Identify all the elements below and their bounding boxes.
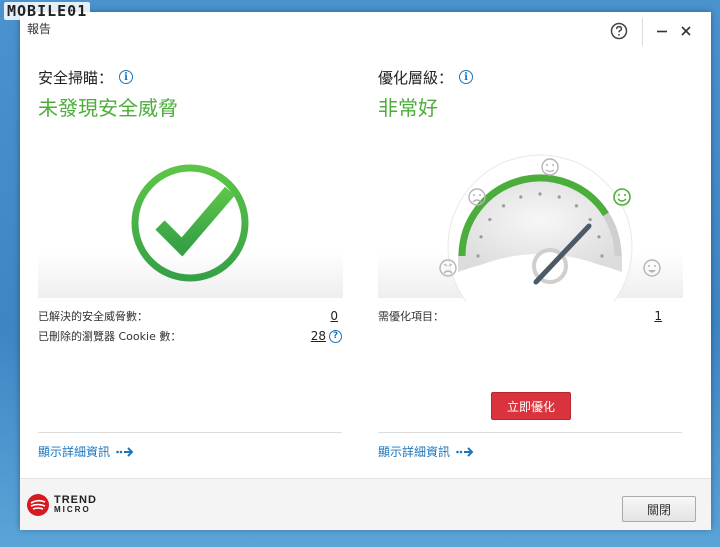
stat-label: 已解決的安全威脅數： bbox=[38, 310, 148, 323]
items-to-optimize-value[interactable]: 1 bbox=[654, 309, 662, 323]
close-x-icon bbox=[681, 26, 691, 36]
gauge-tick bbox=[557, 195, 561, 199]
minimize-icon bbox=[657, 30, 667, 33]
gauge-tick bbox=[476, 254, 480, 258]
link-label: 顯示詳細資訊 bbox=[38, 445, 111, 459]
footer: TREND MICRO 關閉 bbox=[20, 478, 711, 530]
gauge-tick bbox=[600, 254, 604, 258]
gauge-tick bbox=[538, 192, 542, 196]
divider bbox=[378, 432, 682, 433]
watermark: MOBILE01 bbox=[4, 2, 91, 20]
gauge-tick bbox=[479, 235, 483, 239]
scan-status: 未發現安全威脅 bbox=[38, 96, 178, 120]
optimization-panel: 優化層級： i 非常好 bbox=[378, 66, 683, 120]
close-window-button[interactable] bbox=[676, 21, 696, 41]
stat-label: 需優化項目： bbox=[378, 310, 444, 323]
threats-resolved-value[interactable]: 0 bbox=[330, 309, 338, 323]
question-circle-icon bbox=[610, 22, 628, 40]
scan-show-details-link[interactable]: 顯示詳細資訊 bbox=[38, 443, 134, 460]
gauge-tick bbox=[574, 204, 579, 208]
brand-line1: TREND bbox=[54, 494, 97, 506]
gauge-tick bbox=[597, 235, 601, 239]
gauge-tick bbox=[501, 204, 506, 208]
optimization-status: 非常好 bbox=[378, 96, 438, 120]
help-button[interactable] bbox=[609, 21, 629, 41]
gauge-tick bbox=[588, 217, 592, 222]
scan-panel: 安全掃瞄： i 未發現安全威脅 bbox=[38, 66, 343, 121]
very-happy-face-icon bbox=[643, 259, 661, 277]
gauge-tick bbox=[488, 217, 492, 222]
stat-threats-resolved: 已解決的安全威脅數： 0 bbox=[38, 308, 338, 324]
trend-micro-logo: TREND MICRO bbox=[26, 493, 97, 517]
optimize-now-button[interactable]: 立即優化 bbox=[491, 392, 571, 420]
gauge-tick bbox=[519, 195, 523, 199]
trend-micro-logo-icon bbox=[27, 494, 49, 516]
titlebar-separator bbox=[642, 18, 643, 46]
stat-items-to-optimize: 需優化項目： 1 bbox=[378, 308, 662, 324]
stat-label: 已刪除的瀏覽器 Cookie 數： bbox=[38, 330, 182, 343]
window-title: 報告 bbox=[27, 22, 52, 36]
divider bbox=[38, 432, 342, 433]
checkmark-circle-icon bbox=[131, 164, 249, 282]
arrow-right-icon bbox=[116, 446, 134, 457]
report-window: 報告 安全掃瞄： i 未發現安全威脅 優化層級： i 非常好 已解決的安全威脅數… bbox=[20, 12, 711, 530]
link-label: 顯示詳細資訊 bbox=[378, 445, 451, 459]
info-icon[interactable]: i bbox=[459, 70, 474, 84]
optimization-show-details-link[interactable]: 顯示詳細資訊 bbox=[378, 443, 474, 460]
cookies-deleted-value[interactable]: 28 bbox=[311, 329, 326, 343]
speedometer-icon bbox=[439, 154, 661, 302]
brand-line2: MICRO bbox=[54, 505, 91, 514]
scan-heading: 安全掃瞄： bbox=[38, 68, 114, 87]
question-circle-icon[interactable]: ? bbox=[329, 329, 342, 343]
info-icon[interactable]: i bbox=[119, 70, 134, 84]
close-button[interactable]: 關閉 bbox=[622, 496, 696, 522]
stat-cookies-deleted: 已刪除的瀏覽器 Cookie 數： 28 ? bbox=[38, 328, 342, 344]
minimize-button[interactable] bbox=[652, 21, 672, 41]
arrow-right-icon bbox=[456, 446, 474, 457]
optimization-heading: 優化層級： bbox=[378, 68, 454, 87]
